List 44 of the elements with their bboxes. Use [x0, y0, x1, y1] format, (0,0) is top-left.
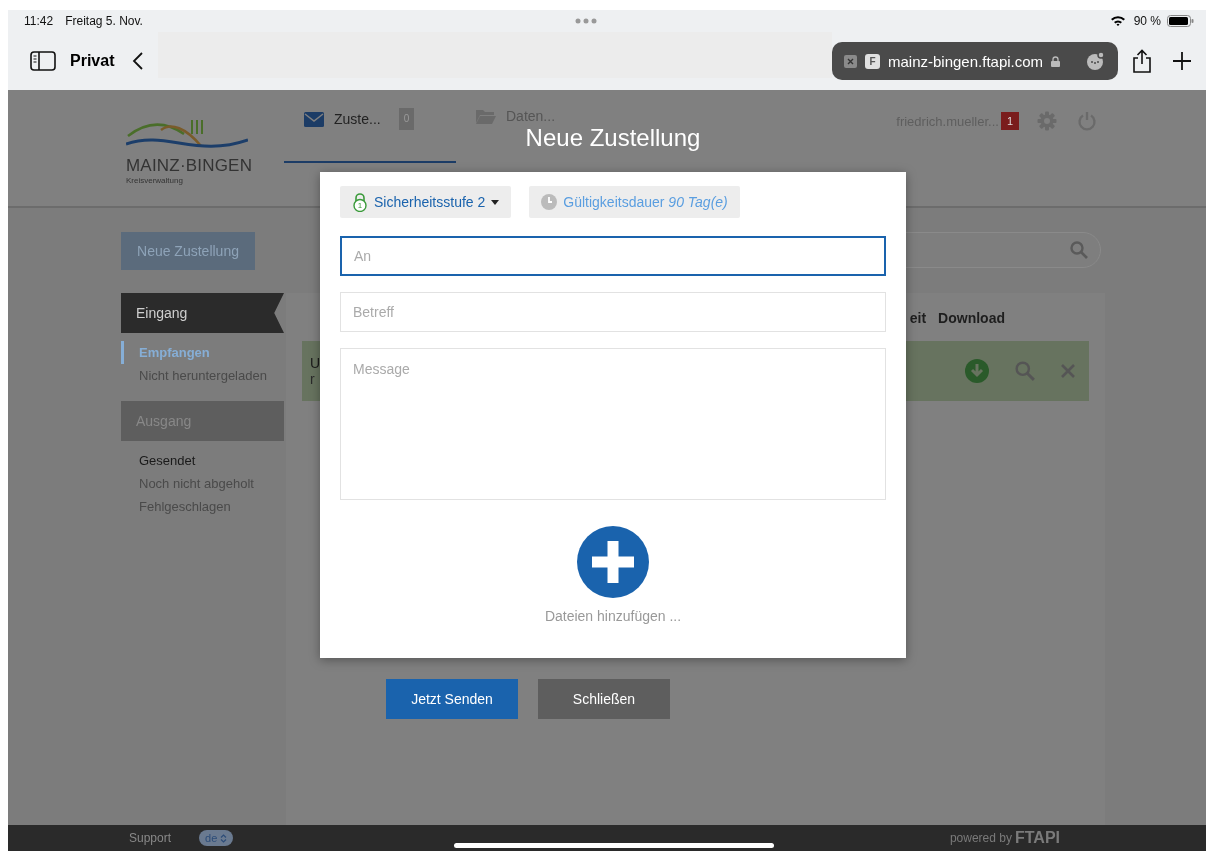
- close-button[interactable]: Schließen: [538, 679, 670, 719]
- lock-icon: [1051, 55, 1061, 67]
- more-dots-icon[interactable]: [575, 18, 598, 24]
- new-tab-icon[interactable]: [1172, 51, 1192, 71]
- clock-time: 11:42: [24, 14, 54, 28]
- send-button[interactable]: Jetzt Senden: [386, 679, 518, 719]
- column-header: eit: [909, 310, 927, 326]
- wifi-icon: [1109, 15, 1126, 27]
- share-icon[interactable]: [1132, 49, 1152, 73]
- notification-badge[interactable]: 1: [1000, 112, 1019, 130]
- envelope-icon: [304, 111, 324, 127]
- sidebar-icon[interactable]: [30, 51, 56, 71]
- battery-icon: [1167, 15, 1194, 27]
- powered-by-text: powered by: [949, 831, 1012, 845]
- text-input-field[interactable]: An: [340, 236, 886, 276]
- row-text: U: [310, 355, 321, 371]
- security-level-dropdown[interactable]: 1 Sicherheitsstufe 2: [340, 186, 512, 218]
- section-header[interactable]: Eingang: [121, 293, 284, 333]
- validity-button[interactable]: Gültigkeitsdauer 90 Tag(e): [529, 186, 740, 218]
- up-down-icon: [220, 833, 228, 843]
- close-tab-icon[interactable]: [844, 54, 857, 68]
- url-text: mainz-bingen.ftapi.com: [888, 52, 1044, 70]
- support-link[interactable]: Support: [129, 831, 172, 845]
- profile-label[interactable]: Privat: [70, 52, 115, 70]
- back-icon[interactable]: [132, 51, 145, 71]
- column-header: Download: [938, 310, 1005, 326]
- url-bar[interactable]: F mainz-bingen.ftapi.com: [832, 42, 1118, 80]
- add-files-label[interactable]: Dateien hinzufügen ...: [544, 608, 682, 624]
- brand-name: FTAPI: [1014, 829, 1060, 847]
- caret-icon: [491, 199, 500, 205]
- dialog-title: Neue Zustellung: [525, 125, 701, 151]
- language-select[interactable]: de: [199, 830, 234, 846]
- clock-icon: [541, 194, 558, 210]
- site-favicon: F: [865, 53, 880, 69]
- logo-name: MAINZ·BINGEN: [126, 156, 254, 176]
- cookie-icon[interactable]: [1086, 51, 1106, 71]
- add-icon[interactable]: [577, 526, 649, 598]
- sidebar-item[interactable]: Gesendet: [121, 449, 284, 472]
- new-delivery-button[interactable]: Neue Zustellung: [121, 232, 255, 270]
- battery-percent: 90 %: [1133, 14, 1161, 28]
- row-text: r: [310, 371, 316, 387]
- date-text: Freitag 5. Nov.: [65, 14, 143, 28]
- logo-subtitle: Kreisverwaltung: [126, 176, 184, 185]
- message-field[interactable]: Message: [340, 348, 886, 500]
